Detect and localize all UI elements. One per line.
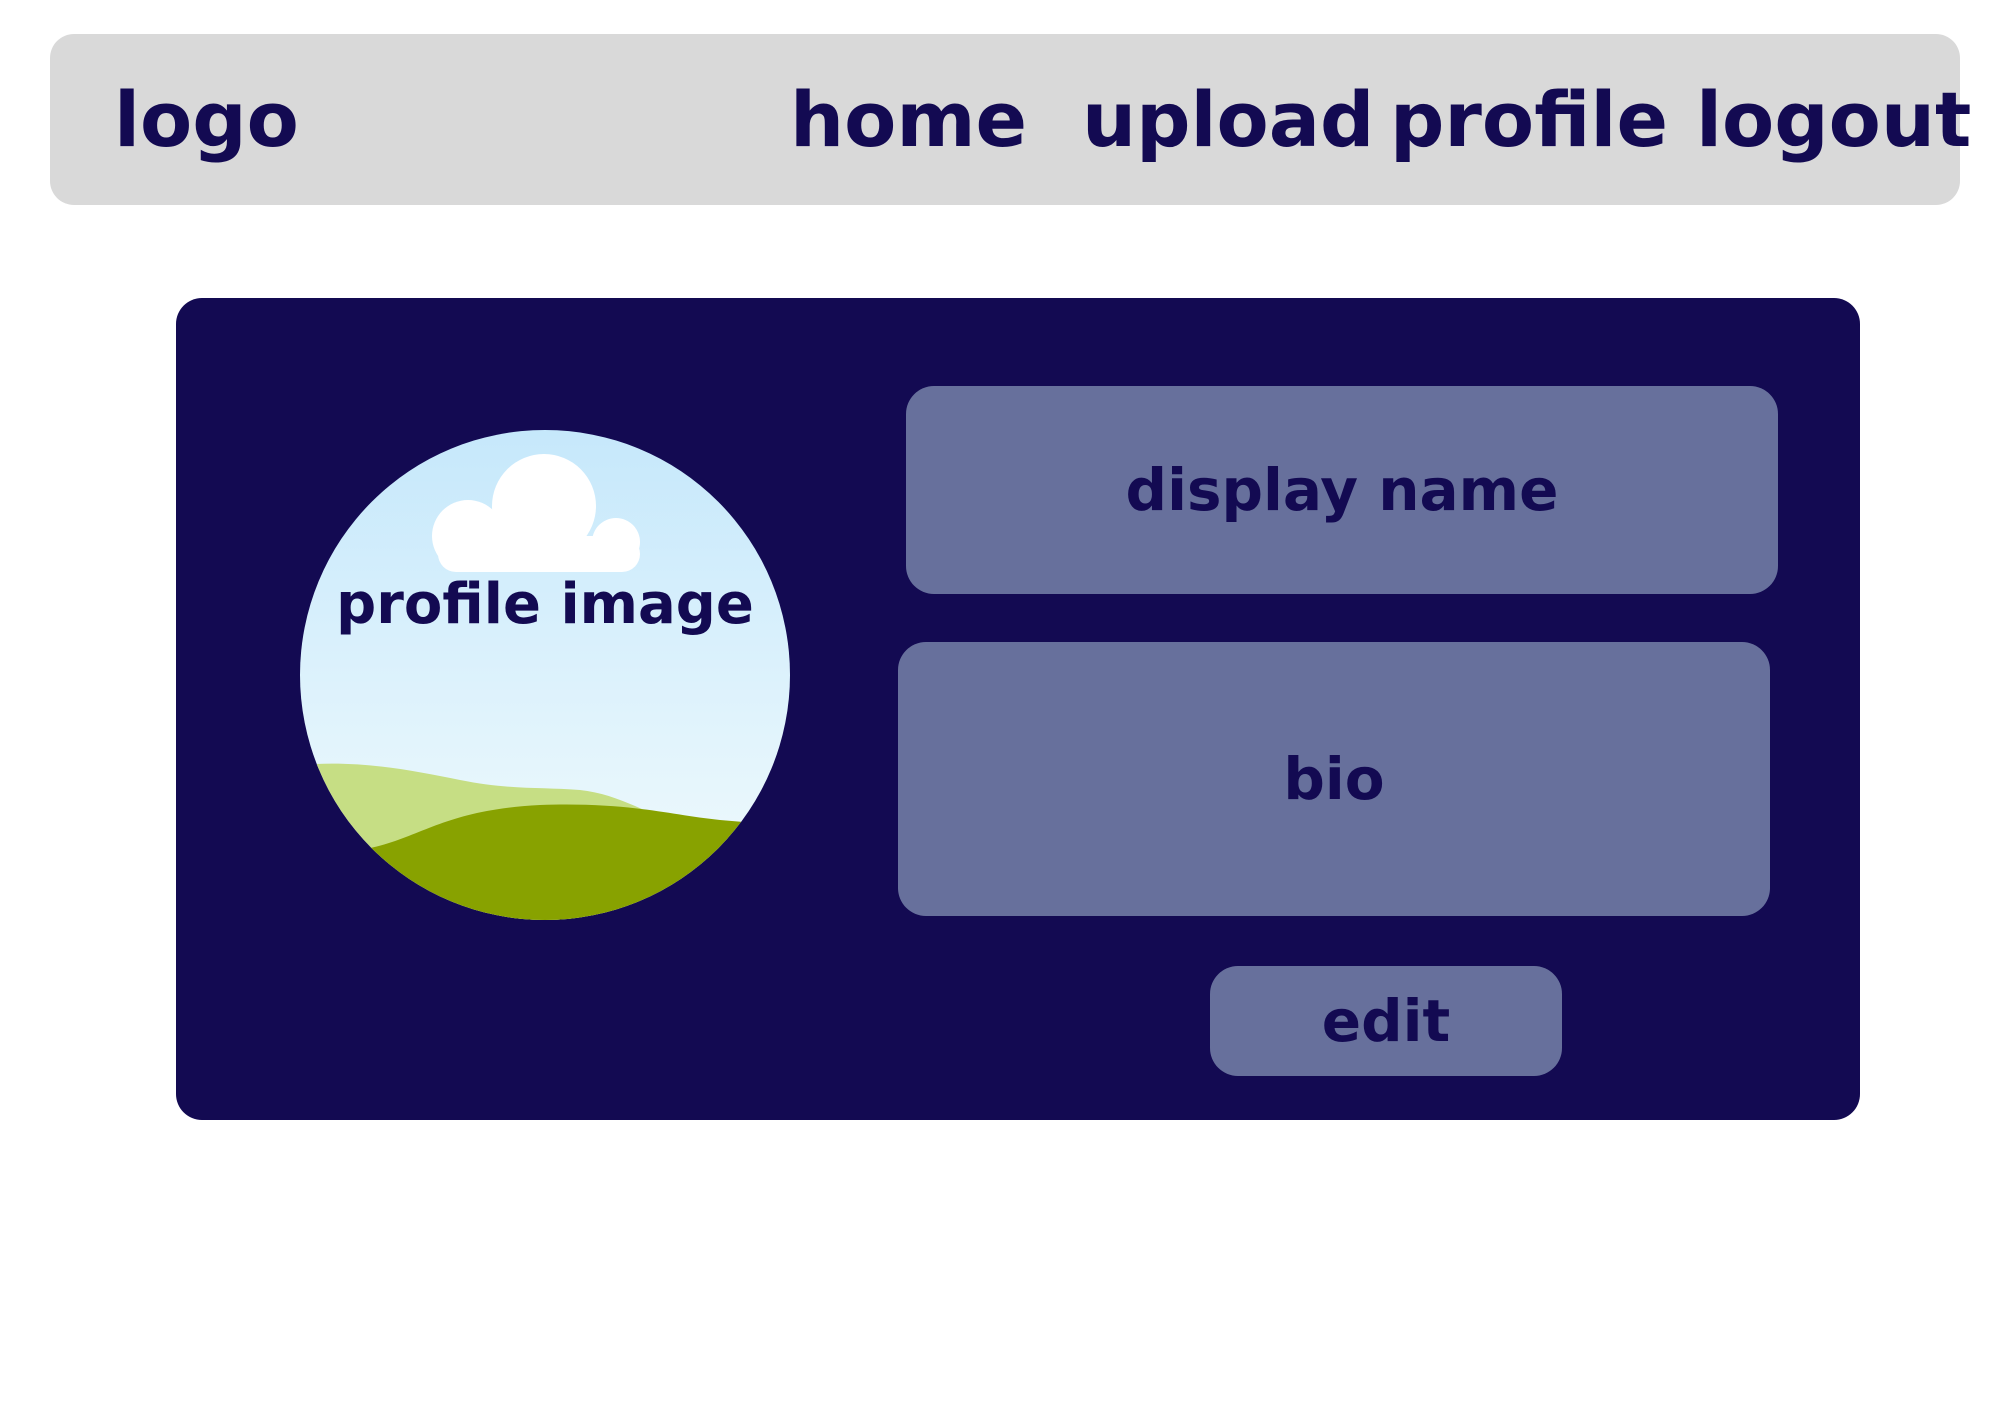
top-navbar: logo home upload profile logout [50, 34, 1971, 205]
edit-button[interactable]: edit [1210, 966, 1562, 1076]
nav-link-upload[interactable]: upload [1082, 34, 1374, 205]
nav-link-logout[interactable]: logout [1696, 34, 1971, 205]
profile-image: profile image [300, 430, 790, 920]
nav-link-home[interactable]: home [790, 34, 1027, 205]
profile-image-label: profile image [336, 572, 754, 637]
bio-field: bio [898, 642, 1770, 916]
display-name-field: display name [906, 386, 1778, 594]
profile-card: profile image display name bio edit [176, 298, 1860, 1120]
nav-link-profile[interactable]: profile [1390, 34, 1668, 205]
landscape-image-icon [300, 430, 790, 920]
logo: logo [114, 75, 299, 164]
